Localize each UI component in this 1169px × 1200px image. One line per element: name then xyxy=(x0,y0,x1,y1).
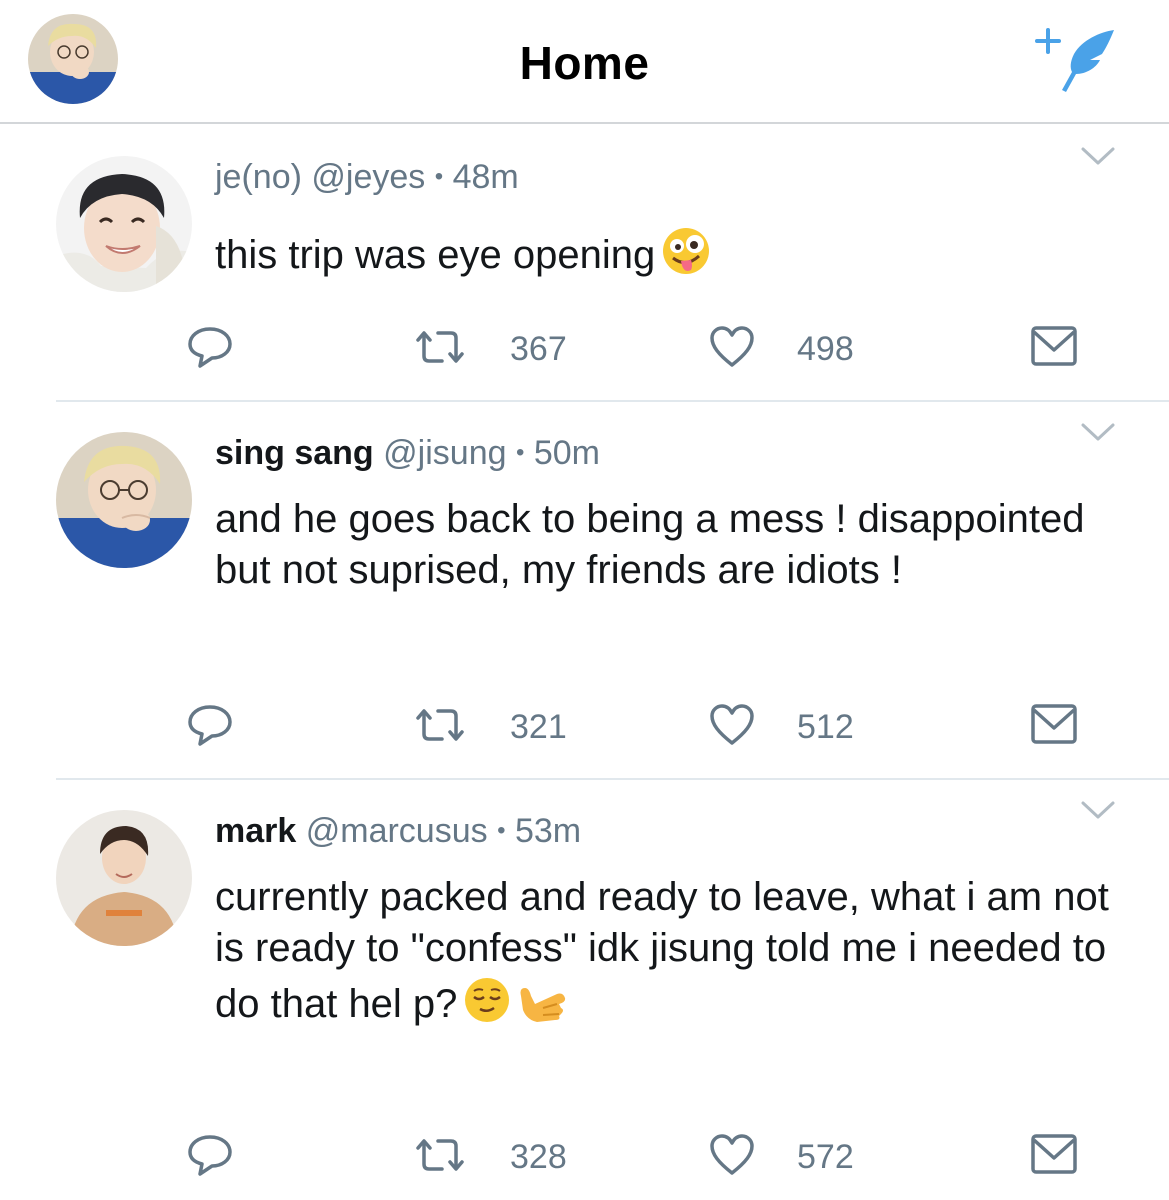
tweet-menu-button[interactable] xyxy=(1080,800,1116,822)
avatar[interactable] xyxy=(56,810,192,946)
reply-icon xyxy=(188,1135,232,1176)
like-count: 512 xyxy=(797,708,854,746)
relieved-face-emoji xyxy=(463,976,511,1037)
heart-icon xyxy=(710,326,754,367)
avatar-image xyxy=(56,156,192,292)
reply-icon xyxy=(188,327,232,368)
reply-icon xyxy=(188,705,232,746)
tweet[interactable]: je(no) @jeyes • 48m this trip was eye op… xyxy=(0,126,1169,400)
tweet-text: and he goes back to being a mess ! disap… xyxy=(215,497,1085,592)
reply-button[interactable] xyxy=(186,1132,234,1183)
page-title: Home xyxy=(519,37,650,89)
retweet-button[interactable] xyxy=(412,1132,468,1183)
heart-icon xyxy=(710,1134,754,1175)
separator-dot: • xyxy=(515,439,525,466)
envelope-icon xyxy=(1031,704,1077,744)
timestamp: 53m xyxy=(514,812,582,850)
retweet-icon xyxy=(416,709,464,741)
tweet-actions: 328 572 xyxy=(0,1132,1169,1182)
avatar[interactable] xyxy=(56,156,192,292)
user-handle[interactable]: @marcusus xyxy=(306,812,488,850)
avatar[interactable] xyxy=(56,432,192,568)
direct-message-button[interactable] xyxy=(1030,324,1078,375)
user-handle[interactable]: @jeyes xyxy=(311,158,425,196)
like-button[interactable] xyxy=(708,1132,756,1183)
envelope-icon xyxy=(1031,1134,1077,1174)
tweet-text: currently packed and ready to leave, wha… xyxy=(215,872,1115,1039)
chevron-down-icon xyxy=(1081,147,1115,165)
tweet-menu-button[interactable] xyxy=(1080,146,1116,168)
chevron-down-icon xyxy=(1081,423,1115,441)
chevron-down-icon xyxy=(1081,801,1115,819)
tweet-text: this trip was eye opening xyxy=(215,226,1115,289)
compose-quill-icon xyxy=(1035,28,1114,92)
timestamp: 48m xyxy=(452,158,519,196)
display-name[interactable]: sing sang xyxy=(215,434,374,472)
heart-icon xyxy=(710,704,754,745)
top-bar: Home xyxy=(0,0,1169,124)
avatar-image xyxy=(56,810,192,946)
tweet[interactable]: mark @marcusus • 53m currently packed an… xyxy=(0,780,1169,1200)
envelope-icon xyxy=(1031,326,1077,366)
display-name[interactable]: je(no) xyxy=(215,158,302,196)
tweet-menu-button[interactable] xyxy=(1080,422,1116,444)
retweet-button[interactable] xyxy=(412,324,468,375)
retweet-count: 321 xyxy=(510,708,567,746)
tweet-actions: 321 512 xyxy=(0,702,1169,752)
retweet-button[interactable] xyxy=(412,702,468,753)
timestamp: 50m xyxy=(533,434,600,472)
call-me-hand-emoji xyxy=(513,974,569,1039)
display-name[interactable]: mark xyxy=(215,812,296,850)
like-count: 572 xyxy=(797,1138,854,1176)
like-count: 498 xyxy=(797,330,854,368)
tweet-text-content: currently packed and ready to leave, wha… xyxy=(215,875,1109,1027)
compose-tweet-button[interactable] xyxy=(1030,26,1118,96)
tweet-header: mark @marcusus • 53m xyxy=(215,812,581,851)
tweet-text-content: this trip was eye opening xyxy=(215,233,656,278)
direct-message-button[interactable] xyxy=(1030,702,1078,753)
retweet-icon xyxy=(416,1139,464,1171)
tweet[interactable]: sing sang @jisung • 50m and he goes back… xyxy=(0,402,1169,778)
user-handle[interactable]: @jisung xyxy=(383,434,506,472)
retweet-icon xyxy=(416,331,464,363)
retweet-count: 328 xyxy=(510,1138,567,1176)
separator-dot: • xyxy=(434,163,444,190)
reply-button[interactable] xyxy=(186,324,234,375)
tweet-header: je(no) @jeyes • 48m xyxy=(215,158,519,197)
avatar-image xyxy=(56,432,192,568)
separator-dot: • xyxy=(497,817,506,844)
zany-face-emoji xyxy=(661,226,711,289)
direct-message-button[interactable] xyxy=(1030,1132,1078,1183)
reply-button[interactable] xyxy=(186,702,234,753)
tweet-actions: 367 498 xyxy=(0,324,1169,374)
like-button[interactable] xyxy=(708,702,756,753)
tweet-header: sing sang @jisung • 50m xyxy=(215,434,600,473)
retweet-count: 367 xyxy=(510,330,567,368)
like-button[interactable] xyxy=(708,324,756,375)
